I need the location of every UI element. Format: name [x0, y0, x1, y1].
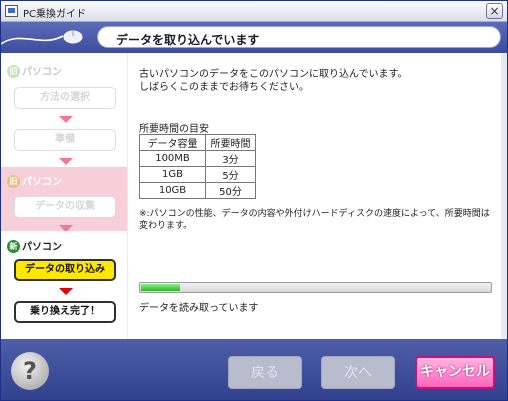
progress-fill	[141, 284, 180, 291]
down-arrow-icon	[59, 288, 73, 295]
app-icon	[5, 5, 18, 17]
progress-bar	[139, 282, 492, 293]
sidebar-section-old-pc: 旧パソコン 方法の選択 準備	[1, 57, 127, 167]
help-button[interactable]: ?	[11, 352, 49, 390]
sidebar-step-method: 方法の選択	[14, 87, 116, 109]
header-band: データを取り込んでいます	[1, 22, 507, 53]
table-title: 所要時間の目安	[139, 124, 209, 135]
close-button[interactable]: ×	[486, 3, 503, 19]
help-icon: ?	[23, 357, 37, 385]
table-header-row: データ容量 所要時間	[139, 134, 256, 151]
sidebar-step-prepare: 準備	[14, 129, 116, 151]
message: 古いパソコンのデータをこのパソコンに取り込んでいます。 しばらくこのままでお待ち…	[139, 69, 408, 93]
next-button[interactable]: 次へ	[321, 356, 395, 389]
header-pill: データを取り込んでいます	[97, 26, 501, 48]
down-arrow-icon	[59, 158, 73, 165]
old-pc-badge: 旧	[7, 175, 20, 188]
old-pc-badge: 旧	[7, 65, 20, 78]
sidebar-step-import: データの取り込み	[14, 259, 116, 281]
title-bar[interactable]: PC乗換ガイド ×	[1, 1, 507, 22]
note: ※:パソコンの性能、データの内容や外付けハードディスクの速度によって、所要時間は…	[139, 209, 490, 231]
sidebar-section-old-pc-collect: 旧パソコン データの収集	[1, 167, 127, 240]
cancel-button[interactable]: キャンセル	[415, 356, 495, 389]
time-estimate-table: データ容量 所要時間 100MB 3分 1GB 5分 10GB 50分	[139, 134, 256, 199]
main-window: PC乗換ガイド × データを取り込んでいます 旧パソコン 方法の選択 準備 旧パ…	[0, 0, 508, 401]
sidebar: 旧パソコン 方法の選択 準備 旧パソコン データの収集 新パソコン データの取り…	[1, 53, 127, 339]
window-title: PC乗換ガイド	[23, 9, 87, 20]
sidebar-section-label: 新パソコン	[7, 238, 62, 253]
sidebar-section-label: 旧パソコン	[7, 63, 62, 78]
footer: ? 戻る 次へ キャンセル	[1, 339, 507, 400]
mouse-icon	[1, 30, 83, 45]
down-arrow-icon	[59, 116, 73, 123]
sidebar-section-label: 旧パソコン	[7, 173, 62, 188]
table-row: 10GB 50分	[139, 182, 256, 199]
sidebar-step-collect: データの収集	[14, 196, 116, 218]
status-text: データを読み取っています	[139, 303, 259, 314]
sidebar-section-new-pc: 新パソコン データの取り込み 乗り換え完了！	[1, 231, 127, 339]
sidebar-step-complete: 乗り換え完了！	[14, 301, 116, 323]
table-row: 1GB 5分	[139, 166, 256, 183]
back-button[interactable]: 戻る	[228, 356, 302, 389]
main-panel: 古いパソコンのデータをこのパソコンに取り込んでいます。 しばらくこのままでお待ち…	[128, 53, 501, 339]
page-title: データを取り込んでいます	[116, 33, 260, 47]
table-row: 100MB 3分	[139, 150, 256, 167]
new-pc-badge: 新	[7, 240, 20, 253]
